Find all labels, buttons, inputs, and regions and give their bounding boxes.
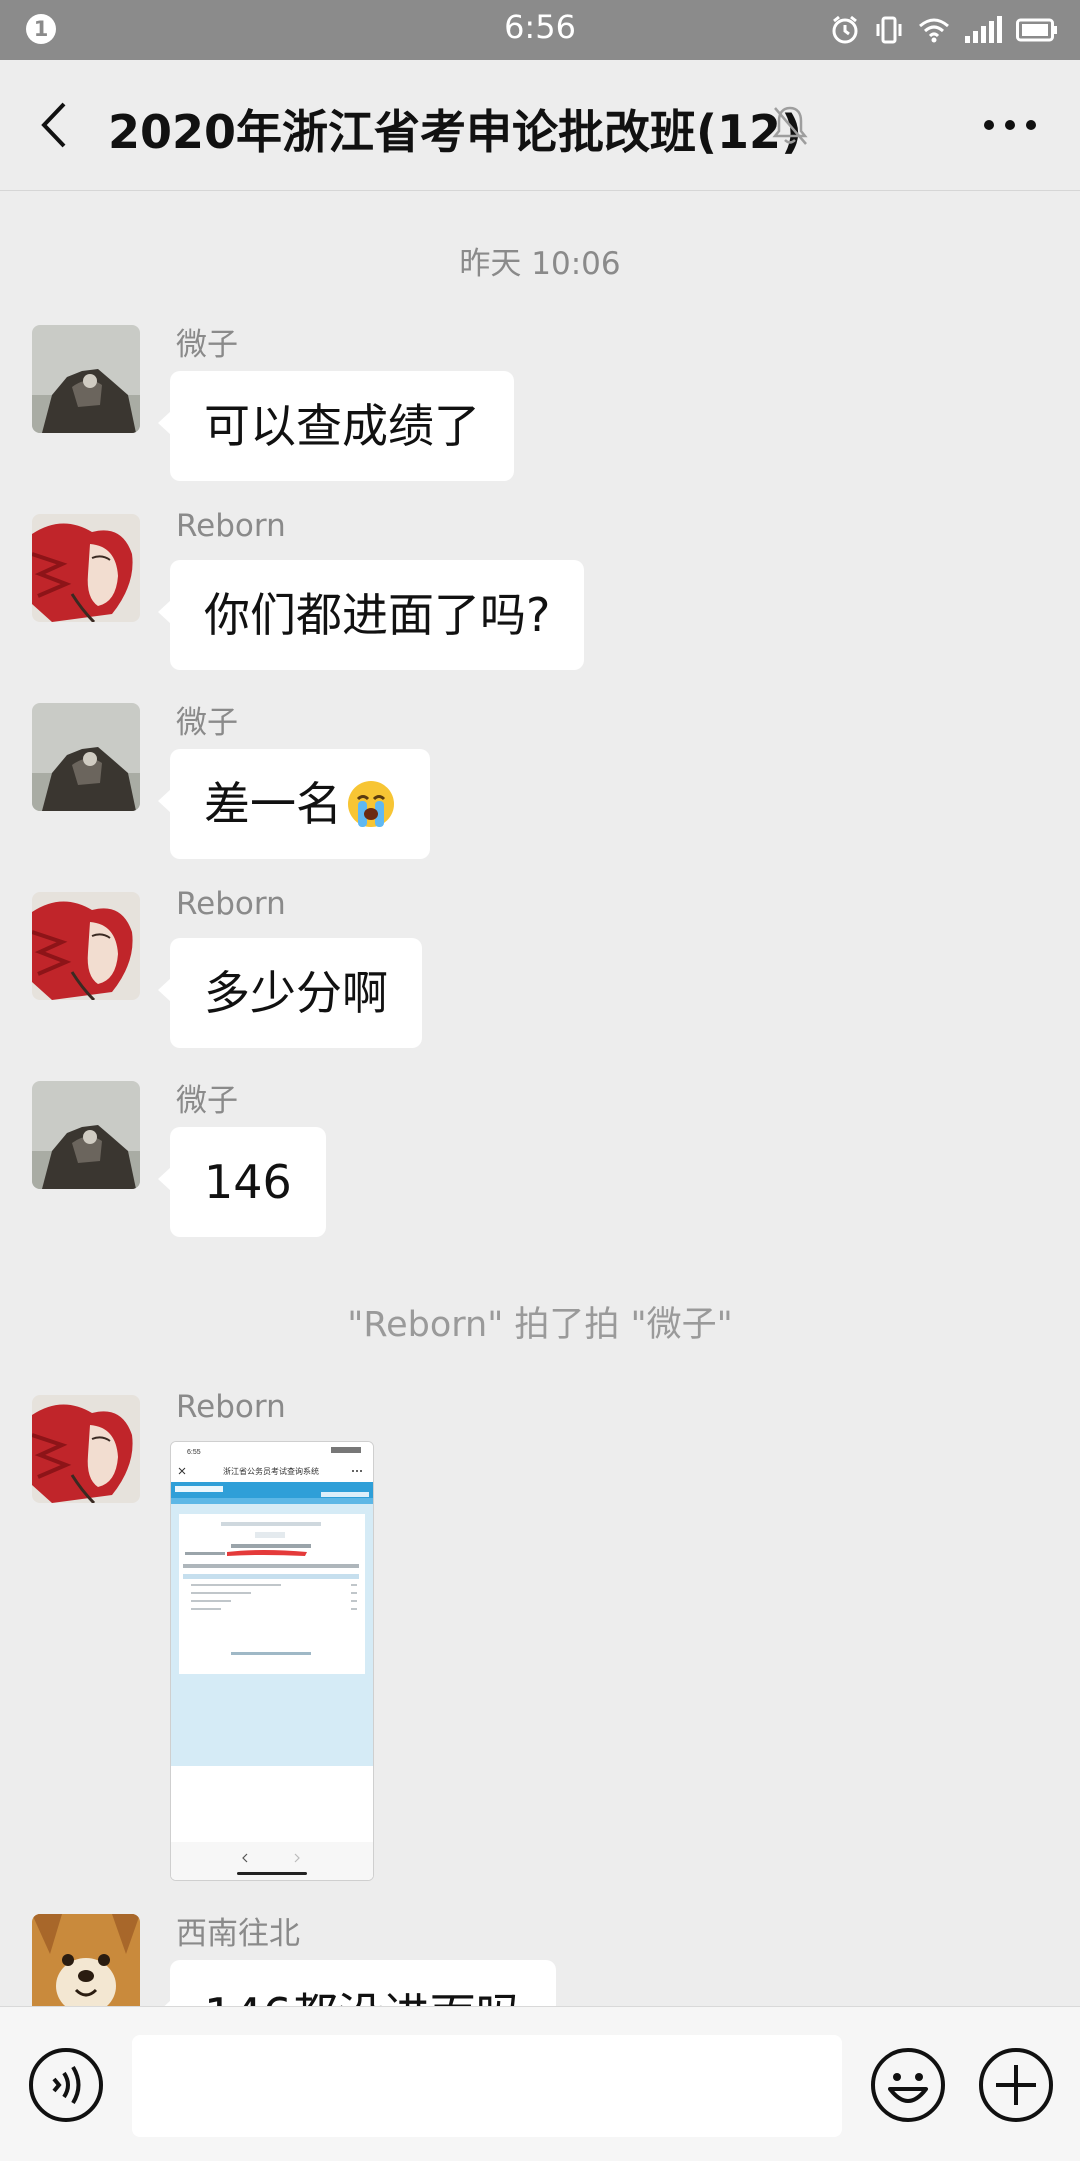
rock-landscape-avatar[interactable]: [32, 1081, 140, 1189]
thumb-title: 浙江省公务员考试查询系统: [223, 1466, 319, 1476]
screenshot-image-message[interactable]: 6:55 浙江省公务员考试查询系统: [170, 1441, 374, 1881]
red-hair-girl-avatar[interactable]: [32, 1395, 140, 1503]
plus-circle-icon[interactable]: [978, 2047, 1054, 2123]
thumb-status-time: 6:55: [187, 1449, 201, 1456]
sender-name: 微子: [176, 705, 238, 741]
sender-name: 微子: [176, 1083, 238, 1119]
message-bubble[interactable]: 146: [158, 1127, 326, 1237]
voice-icon[interactable]: [28, 2047, 104, 2123]
rock-landscape-avatar[interactable]: [32, 325, 140, 433]
chat-title: 2020年浙江省考申论批改班(12): [108, 105, 803, 159]
message-bubble[interactable]: 多少分啊: [158, 938, 422, 1048]
chat-timestamp: 昨天 10:06: [459, 246, 621, 282]
signal-icon: [965, 16, 1002, 43]
status-icons: [830, 14, 1058, 46]
message-text: 多少分啊: [204, 966, 388, 1020]
chevron-left-icon[interactable]: [34, 100, 74, 150]
more-dots-icon[interactable]: [982, 118, 1038, 132]
message-text: 你们都进面了吗?: [204, 588, 551, 642]
sender-name: Reborn: [176, 1389, 286, 1425]
wifi-icon: [919, 18, 949, 43]
sender-name: 微子: [176, 327, 238, 363]
vibrate-icon: [876, 16, 902, 44]
message-text: 146: [204, 1155, 292, 1209]
message-input[interactable]: [132, 2035, 842, 2137]
red-hair-girl-avatar[interactable]: [32, 892, 140, 1000]
chat-header: 2020年浙江省考申论批改班(12): [0, 60, 1080, 191]
input-bar: [0, 2006, 1080, 2161]
bell-off-icon: [772, 106, 808, 145]
message-bubble[interactable]: 你们都进面了吗?: [157, 560, 585, 670]
status-bar: 1 6:56: [0, 0, 1080, 60]
message-bubble[interactable]: 可以查成绩了: [158, 371, 514, 481]
sender-name: Reborn: [176, 886, 286, 922]
sender-name: 西南往北: [176, 1916, 300, 1952]
emoji-smile-icon[interactable]: [870, 2047, 946, 2123]
message-text: 可以查成绩了: [204, 399, 480, 453]
message-text: 差一名: [204, 777, 342, 831]
pat-system-message: "Reborn" 拍了拍 "微子": [347, 1305, 733, 1345]
battery-icon: [1016, 18, 1057, 42]
loudly-crying-face-icon: [348, 780, 394, 827]
red-hair-girl-avatar[interactable]: [32, 514, 140, 622]
rock-landscape-avatar[interactable]: [32, 703, 140, 811]
alarm-icon: [832, 15, 858, 44]
sender-name: Reborn: [176, 508, 286, 544]
message-bubble[interactable]: 差一名: [158, 749, 430, 859]
